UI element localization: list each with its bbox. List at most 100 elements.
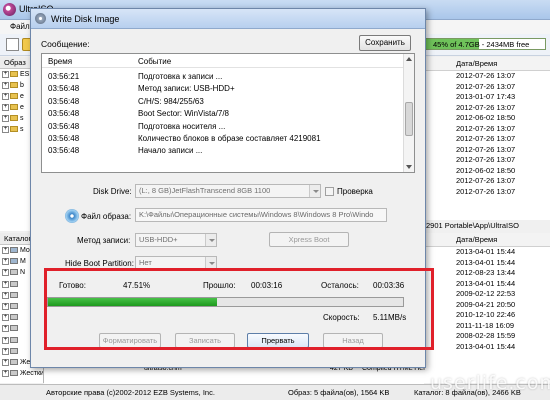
expand-toggle-icon[interactable]: + — [2, 82, 9, 89]
event-text: Метод записи: USB-HDD+ — [138, 84, 235, 94]
expand-toggle-icon[interactable]: + — [2, 314, 9, 322]
file-date-row[interactable]: 2009-02-12 22:53 — [424, 289, 550, 300]
file-date: 2012-06-02 18:50 — [456, 165, 516, 175]
status-image-count: Образ: 5 файла(ов), 1564 KB — [288, 388, 390, 397]
file-date: 2013-01-07 17:43 — [456, 92, 516, 101]
expand-toggle-icon[interactable]: + — [2, 258, 9, 266]
event-log-row[interactable]: 03:56:48 Подготовка носителя ... — [42, 120, 405, 132]
file-date: 2013-04-01 15:44 — [456, 257, 516, 267]
local-path-bar[interactable]: 2901 Portable\App\UltraISO — [424, 220, 550, 232]
event-text: Подготовка носителя ... — [138, 121, 226, 131]
drive-icon — [10, 269, 18, 276]
drive-icon — [10, 336, 18, 343]
file-date-row[interactable]: 2013-04-01 15:44 — [424, 247, 550, 258]
disk-drive-value: (L:, 8 GB)JetFlashTranscend 8GB 1100 — [139, 186, 271, 195]
date-column-header[interactable]: Дата/Время — [424, 57, 550, 71]
save-log-button[interactable]: Сохранить — [359, 35, 411, 51]
folder-icon — [10, 115, 18, 121]
scroll-thumb[interactable] — [405, 102, 413, 136]
local-files-dates: Дата/Время 2013-04-01 15:44 2013-04-01 15… — [424, 233, 550, 383]
expand-toggle-icon[interactable]: + — [2, 336, 9, 344]
event-log-row[interactable]: 03:56:21 Подготовка к записи ... — [42, 70, 405, 82]
file-date-row[interactable]: 2012-07-26 13:07 — [424, 176, 550, 187]
file-date-row[interactable]: 2012-07-26 13:07 — [424, 187, 550, 198]
event-text: Boot Sector: WinVista/7/8 — [138, 109, 230, 119]
file-date-row[interactable]: 2012-07-26 13:07 — [424, 134, 550, 145]
file-date-row[interactable]: 2013-04-01 15:44 — [424, 258, 550, 269]
file-date-row[interactable]: 2011-11-18 16:09 — [424, 321, 550, 332]
file-date-row[interactable]: 2010-12-10 22:46 — [424, 310, 550, 321]
expand-toggle-icon[interactable]: + — [2, 347, 9, 355]
expand-toggle-icon[interactable]: + — [2, 71, 9, 78]
file-date: 2009-02-12 22:53 — [456, 289, 516, 298]
image-file-label: Файл образа: — [81, 212, 132, 221]
file-date-row[interactable]: 2013-04-01 15:44 — [424, 279, 550, 290]
folder-icon — [10, 82, 18, 88]
event-text: C/H/S: 984/255/63 — [138, 96, 204, 106]
file-date-row[interactable]: 2012-07-26 13:07 — [424, 103, 550, 114]
drive-icon — [10, 291, 18, 298]
expand-toggle-icon[interactable]: + — [2, 358, 9, 366]
event-log-row[interactable]: 03:56:48 C/H/S: 984/255/63 — [42, 95, 405, 107]
file-date: 2012-07-26 13:07 — [456, 102, 516, 112]
event-column-header[interactable]: Событие — [138, 57, 171, 66]
time-column-header[interactable]: Время — [48, 57, 72, 66]
file-date-row[interactable]: 2012-07-26 13:07 — [424, 71, 550, 82]
scroll-down-arrow-icon[interactable] — [406, 165, 412, 169]
event-log-row[interactable]: 03:56:48 Начало записи ... — [42, 144, 405, 156]
file-date: 2013-04-01 15:44 — [456, 278, 516, 288]
dialog-title-bar[interactable]: Write Disk Image — [31, 9, 425, 29]
file-date: 2012-07-26 13:07 — [456, 134, 516, 143]
event-log-list[interactable]: Время Событие 03:56:21 Подготовка к запис… — [41, 53, 415, 173]
event-time: 03:56:48 — [48, 96, 80, 106]
file-date-row[interactable]: 2012-06-02 18:50 — [424, 113, 550, 124]
event-log-row[interactable]: 03:56:48 Boot Sector: WinVista/7/8 — [42, 107, 405, 119]
tree-item-label: e — [20, 104, 24, 111]
chevron-down-icon[interactable] — [309, 185, 320, 197]
expand-toggle-icon[interactable]: + — [2, 291, 9, 299]
expand-toggle-icon[interactable]: + — [2, 302, 9, 310]
file-date-row[interactable]: 2012-07-26 13:07 — [424, 124, 550, 135]
event-log-row[interactable]: 03:56:48 Количество блоков в образе соста… — [42, 132, 405, 144]
expand-toggle-icon[interactable]: + — [2, 247, 9, 254]
file-date-row[interactable]: 2009-04-21 20:50 — [424, 300, 550, 311]
date-column-header[interactable]: Дата/Время — [424, 233, 550, 247]
write-method-value: USB-HDD+ — [139, 235, 178, 244]
chevron-down-icon[interactable] — [205, 234, 216, 246]
scroll-up-arrow-icon[interactable] — [406, 57, 412, 61]
expand-toggle-icon[interactable]: + — [2, 280, 9, 288]
tree-item-label: Жесткий диск(H:) — [20, 370, 43, 378]
verify-label: Проверка — [337, 187, 373, 196]
write-method-select[interactable]: USB-HDD+ — [135, 233, 217, 247]
file-date-row[interactable]: 2013-01-07 17:43 — [424, 92, 550, 103]
file-date: 2012-07-26 13:07 — [456, 155, 516, 164]
file-date-row[interactable]: 2012-06-02 18:50 — [424, 166, 550, 177]
write-method-label: Метод записи: — [77, 236, 131, 245]
file-date-row[interactable]: 2012-07-26 13:07 — [424, 155, 550, 166]
verify-checkbox[interactable] — [325, 187, 334, 196]
capacity-label: 45% of 4.7GB - 2434MB free — [433, 40, 530, 49]
event-log-row[interactable]: 03:56:48 Метод записи: USB-HDD+ — [42, 82, 405, 94]
expand-toggle-icon[interactable]: + — [2, 115, 9, 122]
file-date-row[interactable]: 2008-02-28 15:59 — [424, 331, 550, 342]
file-date-row[interactable]: 2012-08-23 13:44 — [424, 268, 550, 279]
xpress-boot-button[interactable]: Xpress Boot — [269, 232, 349, 247]
tree-item[interactable]: + Жесткий диск(H:) — [0, 368, 43, 379]
image-file-path-field[interactable]: K:\Файлы\Операционные системы\Windows 8\… — [135, 208, 387, 222]
expand-toggle-icon[interactable]: + — [2, 325, 9, 333]
expand-toggle-icon[interactable]: + — [2, 269, 9, 277]
event-time: 03:56:48 — [48, 121, 80, 131]
expand-toggle-icon[interactable]: + — [2, 104, 9, 111]
file-date-row[interactable]: 2013-04-01 15:44 — [424, 342, 550, 353]
new-file-icon[interactable] — [6, 38, 19, 51]
expand-toggle-icon[interactable]: + — [2, 93, 9, 100]
expand-toggle-icon[interactable]: + — [2, 370, 9, 378]
event-log-scrollbar[interactable] — [403, 54, 414, 172]
disk-drive-select[interactable]: (L:, 8 GB)JetFlashTranscend 8GB 1100 — [135, 184, 321, 198]
file-date-row[interactable]: 2012-07-26 13:07 — [424, 82, 550, 93]
menu-file[interactable]: Файл — [10, 22, 30, 31]
expand-toggle-icon[interactable]: + — [2, 126, 9, 133]
file-date-row[interactable]: 2012-07-26 13:07 — [424, 145, 550, 156]
file-date: 2008-02-28 15:59 — [456, 331, 516, 340]
file-date: 2012-08-23 13:44 — [456, 268, 516, 277]
